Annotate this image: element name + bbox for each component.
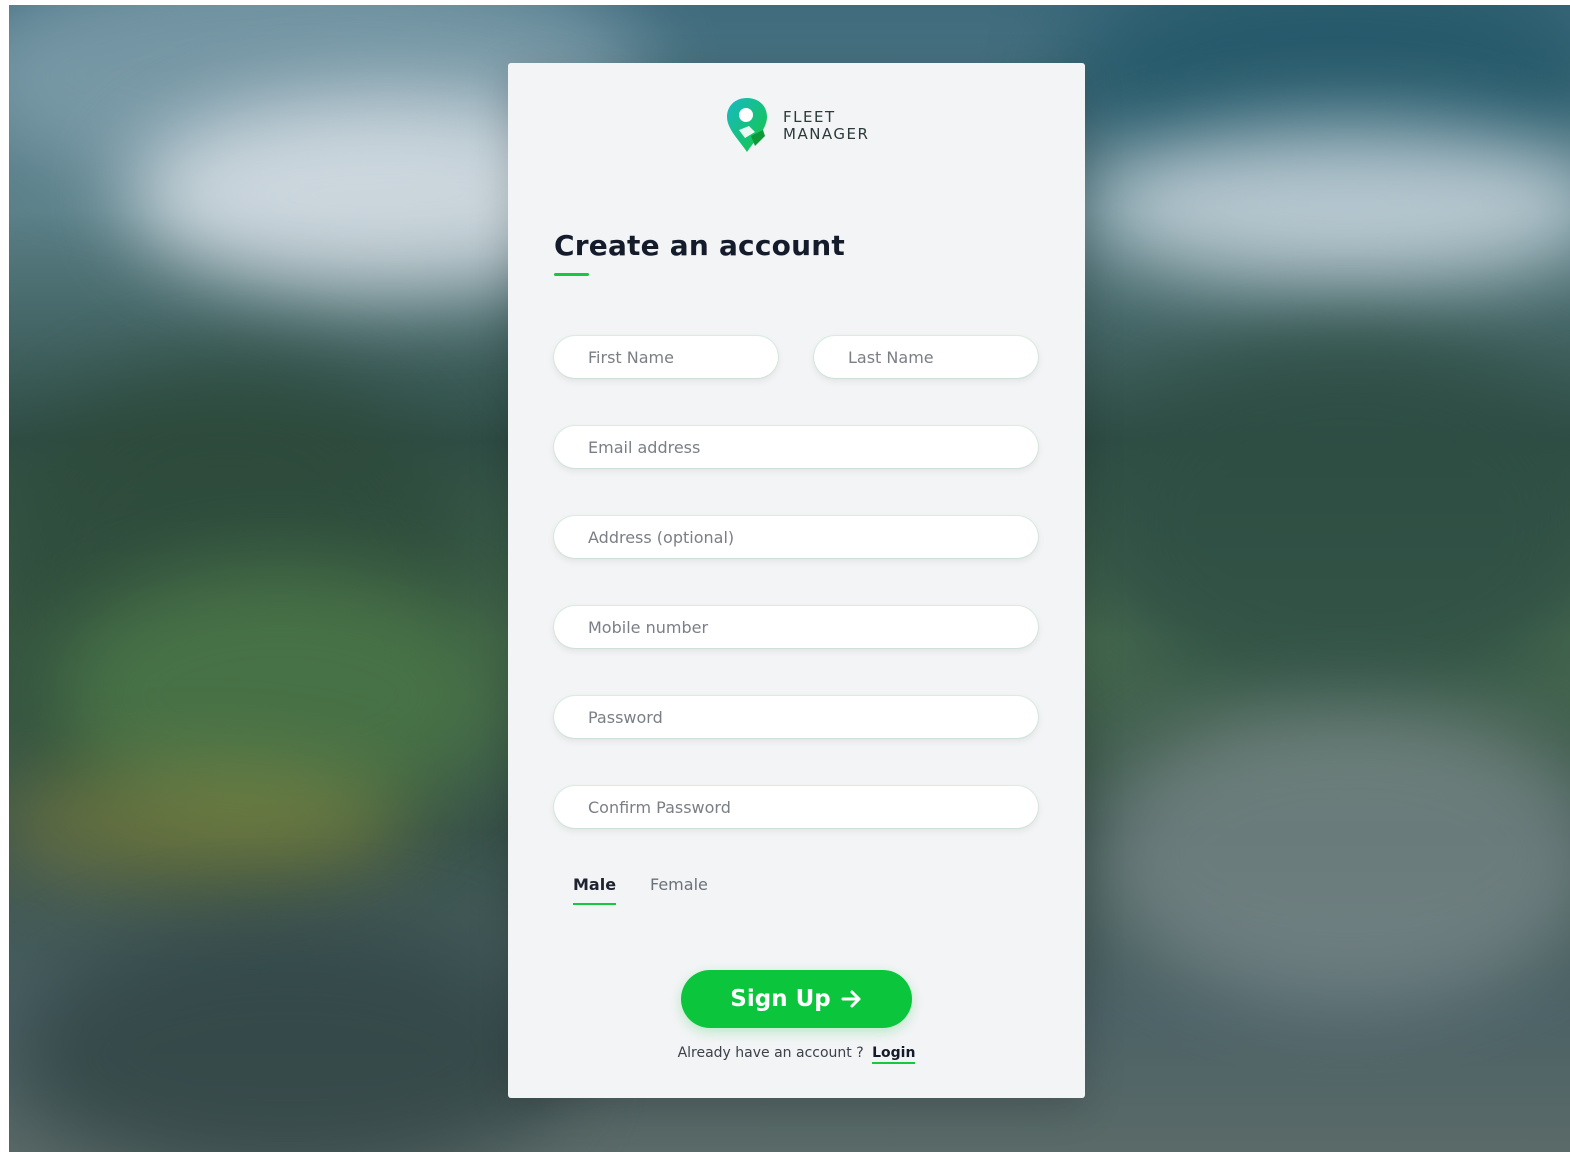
sign-up-button[interactable]: Sign Up	[681, 970, 912, 1028]
brand-name-line1: FLEET	[783, 108, 836, 126]
map-pin-logo-icon	[727, 98, 767, 152]
first-name-input[interactable]	[554, 336, 778, 378]
address-input[interactable]	[554, 516, 1038, 558]
gender-option-female[interactable]: Female	[650, 875, 708, 894]
sign-up-label: Sign Up	[730, 986, 831, 1012]
mobile-number-input[interactable]	[554, 606, 1038, 648]
brand-name: FLEET MANAGER	[783, 109, 869, 143]
login-prompt-text: Already have an account ?	[677, 1045, 864, 1061]
login-prompt: Already have an account ? Login	[508, 1045, 1085, 1064]
password-input[interactable]	[554, 696, 1038, 738]
title-underline	[554, 273, 589, 276]
login-link[interactable]: Login	[872, 1045, 916, 1064]
brand-logo: FLEET MANAGER	[725, 96, 869, 156]
brand-name-line2: MANAGER	[783, 125, 870, 143]
gender-option-male[interactable]: Male	[573, 875, 617, 905]
last-name-input[interactable]	[814, 336, 1038, 378]
signup-card: FLEET MANAGER Create an account Male Fem…	[508, 63, 1085, 1098]
page-title: Create an account	[554, 229, 845, 262]
arrow-right-icon	[841, 990, 861, 1008]
confirm-password-input[interactable]	[554, 786, 1038, 828]
email-input[interactable]	[554, 426, 1038, 468]
